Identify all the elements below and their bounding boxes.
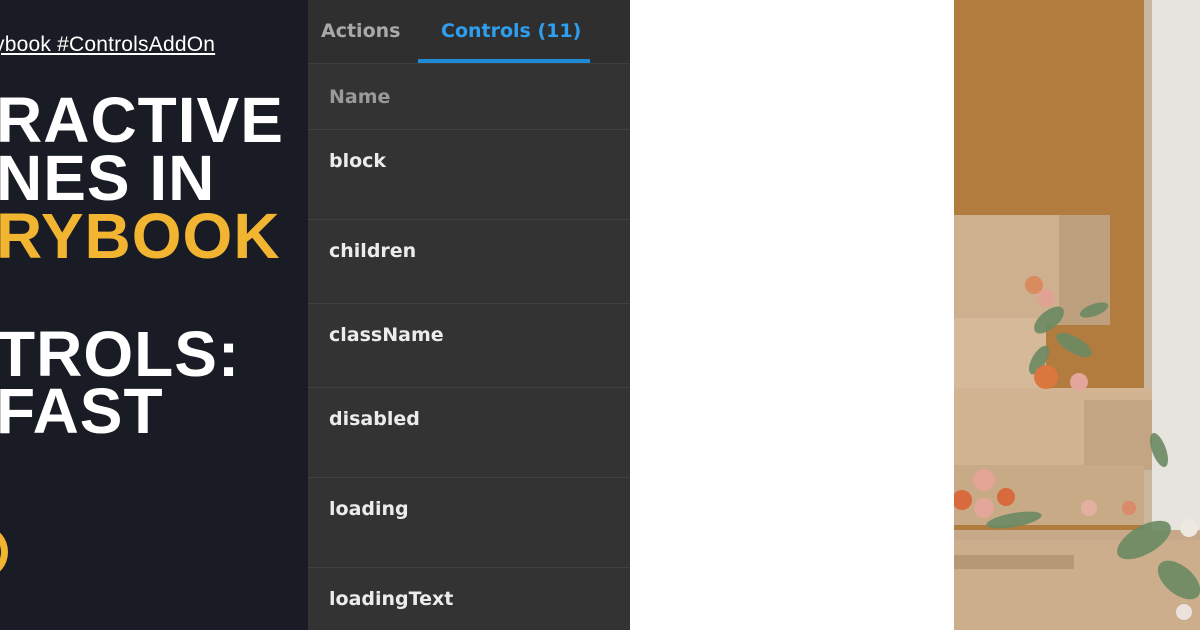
- table-row[interactable]: disabled: [308, 388, 630, 478]
- prop-name: className: [329, 324, 444, 346]
- table-row[interactable]: block: [308, 130, 630, 220]
- accent-ring-shape: [0, 528, 8, 576]
- hero-panel: ybook #ControlsAddOn RACTIVE NES IN RYBO…: [0, 0, 308, 630]
- table-row[interactable]: children: [308, 220, 630, 304]
- hashtag-tagline[interactable]: ybook #ControlsAddOn: [0, 33, 215, 57]
- addon-tab-bar: Actions Controls (11): [308, 0, 630, 64]
- prop-name: block: [329, 150, 387, 172]
- moving-boxes-photo: [954, 0, 1200, 630]
- active-tab-indicator: [418, 59, 590, 63]
- table-row[interactable]: loading: [308, 478, 630, 568]
- headline-line-3: RYBOOK: [0, 200, 281, 272]
- table-row[interactable]: loadingText: [308, 568, 630, 630]
- column-header-name: Name: [329, 86, 391, 108]
- headline-line-5: FAST: [0, 375, 164, 447]
- tab-controls[interactable]: Controls (11): [441, 20, 581, 42]
- prop-name: disabled: [329, 408, 420, 430]
- boxes-illustration: [954, 0, 1200, 630]
- prop-name: loadingText: [329, 588, 454, 610]
- prop-name: loading: [329, 498, 409, 520]
- tab-actions[interactable]: Actions: [321, 20, 400, 42]
- storybook-addons-panel: Actions Controls (11) Name block childre…: [308, 0, 630, 630]
- table-header: Name: [308, 64, 630, 130]
- table-row[interactable]: className: [308, 304, 630, 388]
- prop-name: children: [329, 240, 417, 262]
